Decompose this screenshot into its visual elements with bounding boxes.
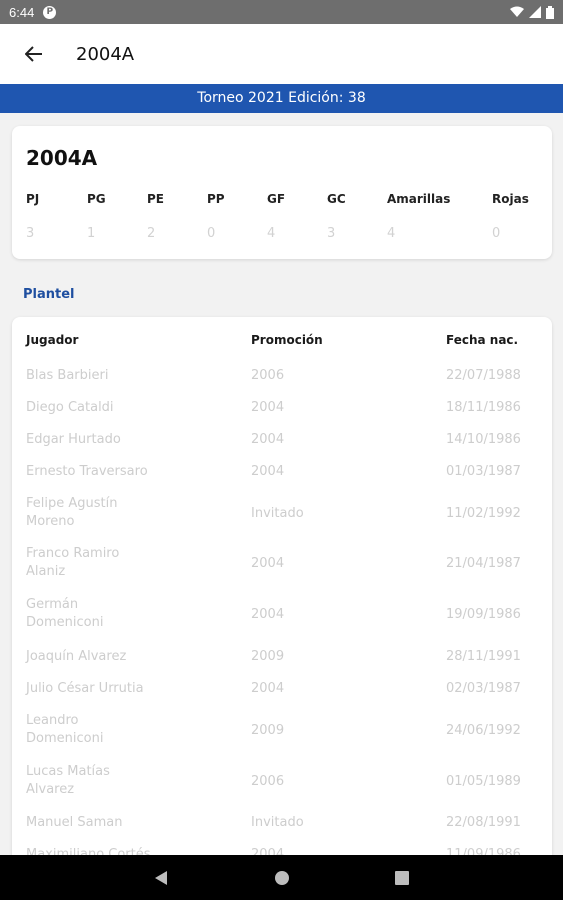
wifi-icon xyxy=(510,6,524,17)
stat-label-pp: PP xyxy=(207,192,225,206)
player-promotion: 2004 xyxy=(251,400,285,415)
system-nav-bar xyxy=(0,855,563,900)
section-title-plantel: Plantel xyxy=(23,287,75,302)
player-name: Germán Domeniconi xyxy=(26,597,104,630)
player-promotion: 2004 xyxy=(251,681,285,696)
header-player: Jugador xyxy=(26,333,79,347)
player-birth: 01/03/1987 xyxy=(446,464,521,479)
signal-icon xyxy=(529,6,541,18)
header-promotion: Promoción xyxy=(251,333,323,347)
player-name: Edgar Hurtado xyxy=(26,432,121,447)
player-name: Franco Ramiro Alaniz xyxy=(26,546,120,579)
status-bar: 6:44 P xyxy=(0,0,563,24)
stat-label-pe: PE xyxy=(147,192,164,206)
player-birth: 02/03/1987 xyxy=(446,681,521,696)
stat-value-pj: 3 xyxy=(26,226,35,241)
player-name: Julio César Urrutia xyxy=(26,681,144,696)
player-name: Lucas Matías Alvarez xyxy=(26,764,110,797)
player-promotion: 2006 xyxy=(251,774,285,789)
player-birth: 19/09/1986 xyxy=(446,607,521,622)
stat-value-gf: 4 xyxy=(267,226,276,241)
stat-label-gc: GC xyxy=(327,192,346,206)
stat-value-rojas: 0 xyxy=(492,226,501,241)
player-name: Diego Cataldi xyxy=(26,400,114,415)
player-birth: 28/11/1991 xyxy=(446,649,521,664)
notification-p-icon: P xyxy=(43,5,57,19)
player-promotion: Invitado xyxy=(251,506,304,521)
player-name: Felipe Agustín Moreno xyxy=(26,496,118,529)
arrow-back-icon xyxy=(25,46,42,62)
nav-home-button[interactable] xyxy=(272,868,292,888)
app-bar: 2004A xyxy=(0,24,563,84)
circle-home-icon xyxy=(275,871,289,885)
team-name: 2004A xyxy=(26,146,98,170)
player-name: Joaquín Alvarez xyxy=(26,649,127,664)
stat-label-amarillas: Amarillas xyxy=(387,192,451,206)
player-promotion: 2004 xyxy=(251,464,285,479)
player-birth: 11/02/1992 xyxy=(446,506,521,521)
status-time: 6:44 xyxy=(9,4,35,20)
player-birth: 22/07/1988 xyxy=(446,368,521,383)
stat-value-pp: 0 xyxy=(207,226,216,241)
player-promotion: 2004 xyxy=(251,607,285,622)
player-name: Leandro Domeniconi xyxy=(26,713,104,746)
stat-label-rojas: Rojas xyxy=(492,192,529,206)
page-title: 2004A xyxy=(76,43,135,65)
nav-recents-button[interactable] xyxy=(392,868,412,888)
battery-icon xyxy=(546,5,554,19)
stat-value-pg: 1 xyxy=(87,226,96,241)
player-name: Blas Barbieri xyxy=(26,368,109,383)
player-birth: 22/08/1991 xyxy=(446,815,521,830)
player-promotion: Invitado xyxy=(251,815,304,830)
player-birth: 01/05/1989 xyxy=(446,774,521,789)
stat-label-gf: GF xyxy=(267,192,286,206)
player-promotion: 2009 xyxy=(251,649,285,664)
triangle-back-icon xyxy=(155,871,167,885)
squad-table: Jugador Promoción Fecha nac. Blas Barbie… xyxy=(12,317,552,877)
header-birth: Fecha nac. xyxy=(446,333,519,347)
stat-value-pe: 2 xyxy=(147,226,156,241)
team-stats-card: 2004A PJ 3 PG 1 PE 2 PP 0 GF 4 GC 3 Amar… xyxy=(12,126,552,259)
status-icons xyxy=(510,5,554,19)
stat-value-gc: 3 xyxy=(327,226,336,241)
player-promotion: 2006 xyxy=(251,368,285,383)
player-promotion: 2004 xyxy=(251,432,285,447)
player-birth: 14/10/1986 xyxy=(446,432,521,447)
player-name: Manuel Saman xyxy=(26,815,123,830)
player-birth: 24/06/1992 xyxy=(446,723,521,738)
player-name: Ernesto Traversaro xyxy=(26,464,148,479)
stat-label-pj: PJ xyxy=(26,192,40,206)
stat-label-pg: PG xyxy=(87,192,106,206)
tournament-banner: Torneo 2021 Edición: 38 xyxy=(0,84,563,113)
stat-value-amarillas: 4 xyxy=(387,226,396,241)
player-promotion: 2004 xyxy=(251,556,285,571)
player-birth: 18/11/1986 xyxy=(446,400,521,415)
nav-back-button[interactable] xyxy=(151,868,171,888)
player-birth: 21/04/1987 xyxy=(446,556,521,571)
back-button[interactable] xyxy=(22,42,46,66)
square-recents-icon xyxy=(395,871,409,885)
player-promotion: 2009 xyxy=(251,723,285,738)
